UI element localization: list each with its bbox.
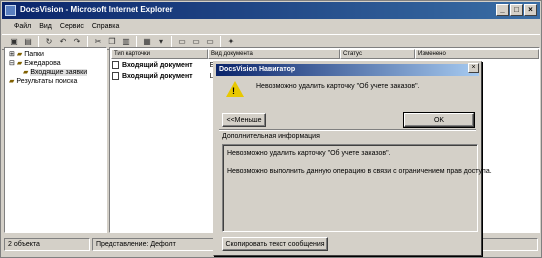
details-line: Невозможно выполнить данную операцию в с… — [227, 168, 492, 175]
warning-exclamation: ! — [232, 86, 235, 96]
dialog-message: Невозможно удалить карточку "Об учете за… — [256, 83, 420, 90]
minimize-button[interactable]: _ — [496, 4, 509, 16]
tree-item-label: Папки — [24, 50, 44, 58]
menu-view[interactable]: Вид — [39, 23, 52, 30]
less-button[interactable]: <<Меньше — [222, 113, 266, 127]
tree-item-label: Ежедарова — [24, 59, 61, 67]
folder-tree: ⊞ ▰ Папки ⊟ ▰ Ежедарова ▰ Входящие заявк… — [4, 47, 107, 233]
folder-icon: ▰ — [23, 69, 29, 76]
window-title: DocsVision - Microsoft Internet Explorer — [20, 5, 173, 14]
tree-item-search-results[interactable]: ▰ Результаты поиска — [9, 77, 78, 86]
column-header[interactable]: Тип карточки — [111, 49, 208, 59]
tree-item-incoming[interactable]: ▰ Входящие заявки — [23, 68, 88, 76]
column-header[interactable]: Вид документа — [208, 49, 340, 59]
tree-item-folders[interactable]: ⊞ ▰ Папки — [9, 50, 44, 59]
dialog-title[interactable]: DocsVision Навигатор — [216, 64, 479, 76]
app-icon — [5, 5, 16, 16]
tree-item-user[interactable]: ⊟ ▰ Ежедарова — [9, 59, 61, 68]
details-line: Невозможно удалить карточку "Об учете за… — [227, 150, 391, 157]
dialog-divider — [219, 129, 476, 131]
maximize-button[interactable]: □ — [510, 4, 523, 16]
document-icon — [112, 72, 119, 80]
menu-bar: Файл Вид Сервис Справка — [2, 20, 540, 33]
status-object-count: 2 объекта — [4, 238, 90, 251]
table-row[interactable]: Входящий документ L — [112, 71, 214, 81]
table-row[interactable]: Входящий документ E — [112, 60, 214, 70]
details-textbox[interactable]: Невозможно удалить карточку "Об учете за… — [222, 144, 492, 232]
menu-file[interactable]: Файл — [14, 23, 31, 30]
search-folder-icon: ▰ — [9, 78, 15, 85]
document-icon — [112, 61, 119, 69]
row-name: Входящий документ — [122, 61, 193, 69]
folder-icon: ▰ — [16, 60, 23, 67]
row-name: Входящий документ — [122, 72, 193, 80]
menu-help[interactable]: Справка — [92, 23, 119, 30]
column-header[interactable]: Статус — [340, 49, 415, 59]
error-dialog: DocsVision Навигатор × ! Невозможно удал… — [213, 61, 492, 256]
details-label: Дополнительная информация — [222, 133, 320, 140]
close-button[interactable]: × — [524, 4, 537, 16]
dialog-close-button[interactable]: × — [468, 63, 479, 73]
warning-icon — [226, 81, 244, 97]
expand-icon[interactable]: ⊞ — [9, 50, 15, 58]
folder-icon: ▰ — [16, 51, 23, 58]
tree-item-label: Результаты поиска — [16, 77, 78, 85]
column-header[interactable]: Изменено — [415, 49, 539, 59]
copy-message-button[interactable]: Скопировать текст сообщения — [222, 237, 328, 251]
collapse-icon[interactable]: ⊟ — [9, 59, 15, 67]
tree-item-label: Входящие заявки — [30, 68, 88, 76]
menu-tools[interactable]: Сервис — [60, 23, 84, 30]
ok-button[interactable]: OK — [403, 112, 475, 128]
title-bar[interactable]: DocsVision - Microsoft Internet Explorer… — [2, 2, 540, 19]
